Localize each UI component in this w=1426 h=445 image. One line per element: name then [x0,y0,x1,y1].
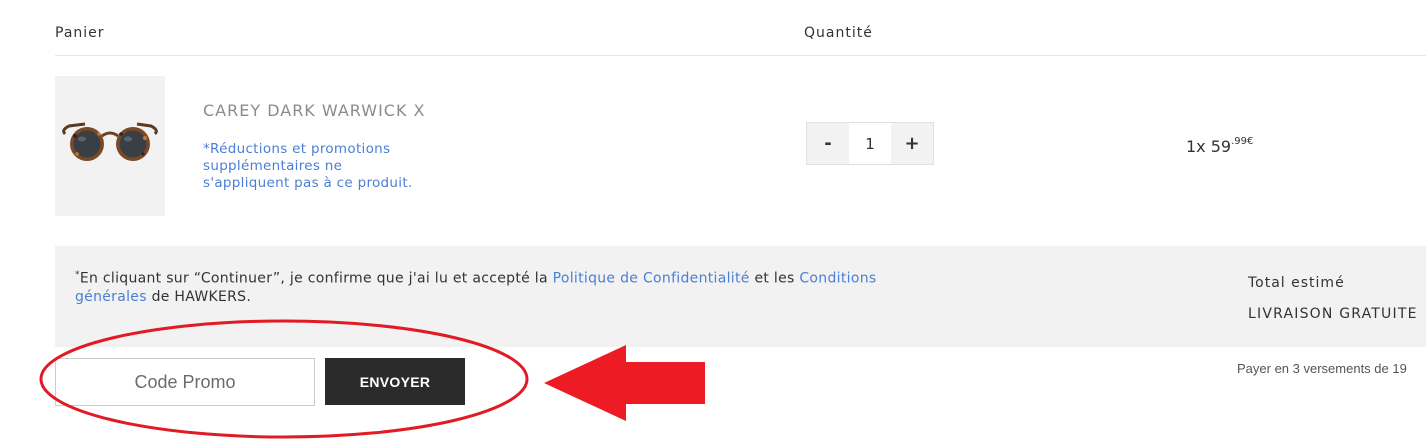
pointer-arrow-icon [544,345,705,421]
quantity-stepper: - 1 + [806,122,934,165]
decrement-button[interactable]: - [807,123,849,164]
legal-consent-text: *En cliquant sur “Continuer”, je confirm… [75,266,935,306]
sunglasses-icon [62,122,158,161]
increment-button[interactable]: + [891,123,933,164]
legal-text-part-3: de HAWKERS. [146,288,252,305]
promo-code-input[interactable] [55,358,315,406]
promo-exclusion-note: *Réductions et promotions supplémentaire… [203,141,413,191]
privacy-policy-link[interactable]: Politique de Confidentialité [553,271,750,287]
free-shipping-label: LIVRAISON GRATUITE [1248,306,1418,322]
product-name[interactable]: CAREY DARK WARWICK X [203,101,433,121]
installments-text: Payer en 3 versements de 19 [1237,361,1407,376]
cart-column-label: Panier [55,25,105,41]
product-price: 1x 59.99€ [1186,136,1254,156]
legal-text-part-1: En cliquant sur “Continuer”, je confirme… [79,270,553,287]
estimated-total-label: Total estimé [1248,275,1345,291]
product-image[interactable] [55,76,165,216]
legal-text-part-2: et les [749,270,800,287]
order-summary-bar: *En cliquant sur “Continuer”, je confirm… [55,246,1426,347]
cart-page: Panier Quantité CAREY DARK WARWICK X *Ré… [0,0,1426,445]
quantity-column-label: Quantité [804,25,873,41]
quantity-value[interactable]: 1 [849,123,891,164]
price-main: 1x 59 [1186,137,1232,156]
cart-header: Panier Quantité [55,22,1426,56]
promo-submit-button[interactable]: ENVOYER [325,358,465,405]
price-cents: .99€ [1231,136,1254,147]
